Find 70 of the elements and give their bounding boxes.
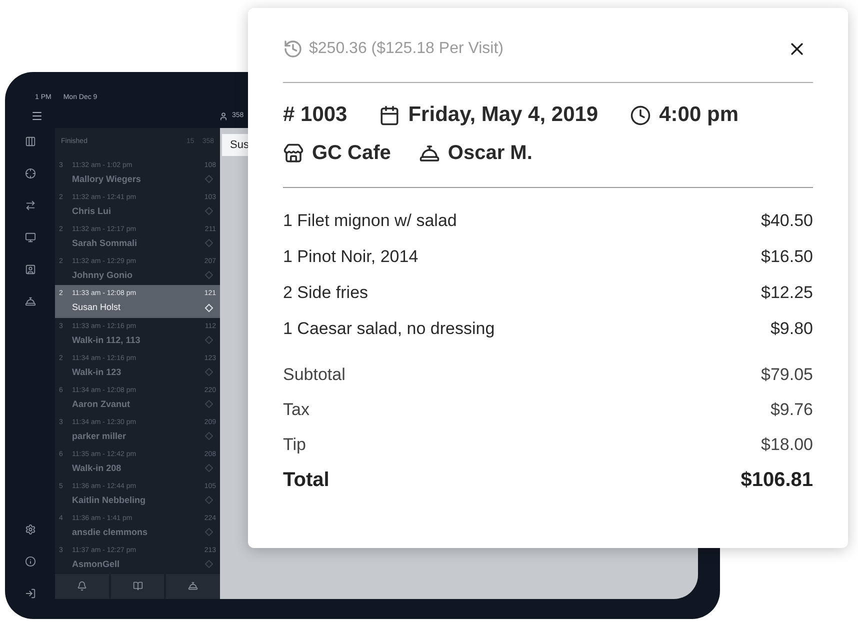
guest-name: Susan Holst: [72, 301, 121, 314]
status-icon: [204, 304, 214, 312]
status-icon: [204, 560, 214, 569]
guest-name: AsmonGell: [72, 558, 120, 571]
total-value: $106.81: [740, 468, 813, 493]
item-name: 2 Side fries: [283, 282, 368, 304]
total-label: Tax: [283, 399, 310, 422]
guest-name: Walk-in 123: [72, 366, 122, 379]
guest-name: Sarah Sommali: [72, 236, 138, 250]
transfer-icon[interactable]: [24, 200, 36, 211]
info-icon[interactable]: [24, 556, 36, 567]
status-icon: [204, 336, 214, 345]
item-name: 1 Filet mignon w/ salad: [283, 210, 457, 232]
total-value: $79.05: [761, 364, 813, 386]
calendar-icon: [379, 104, 400, 126]
guest-name: Kaitlin Nebbeling: [72, 494, 146, 507]
guest-name: Aaron Zvanut: [72, 398, 130, 411]
settings-icon[interactable]: [24, 524, 36, 535]
guest-name: Chris Lui: [72, 204, 112, 218]
guest-name: Walk-in 208: [72, 462, 122, 475]
total-label: Tip: [283, 434, 306, 456]
total-label: Total: [283, 468, 330, 493]
book-button[interactable]: [110, 574, 164, 599]
status-icon: [204, 432, 214, 441]
visit-history: $250.36 ($125.18 Per Visit): [309, 39, 504, 59]
service-button[interactable]: [166, 574, 220, 599]
logout-icon[interactable]: [24, 588, 36, 599]
menu-button[interactable]: [31, 110, 43, 122]
check-date: Friday, May 4, 2019: [408, 102, 598, 128]
total-label: Subtotal: [283, 364, 346, 386]
bell-icon: [76, 581, 87, 592]
guest-card-icon[interactable]: [24, 264, 36, 275]
item-price: $16.50: [761, 246, 813, 268]
item-name: 1 Caesar salad, no dressing: [283, 318, 495, 340]
status-icon: [204, 239, 214, 248]
status-icon: [204, 400, 214, 409]
clock-icon: [630, 104, 652, 126]
total-value: $18.00: [761, 434, 813, 456]
guest-name: ansdie clemmons: [72, 526, 148, 539]
guest-name: Mallory Wiegers: [72, 172, 141, 186]
monitor-icon[interactable]: [24, 232, 36, 243]
status-icon: [204, 271, 214, 280]
location: GC Cafe: [312, 141, 391, 166]
status-icon: [204, 496, 214, 505]
guest-name: parker miller: [72, 430, 126, 443]
book-icon: [132, 581, 142, 592]
total-value: $9.76: [770, 399, 813, 422]
status-icon: [204, 464, 214, 473]
service-bell-icon: [418, 142, 440, 164]
item-price: $12.25: [761, 282, 813, 304]
user-icon: [219, 112, 228, 120]
store-icon: [283, 142, 304, 164]
detail-title: Sus: [230, 138, 249, 153]
history-icon: [283, 39, 303, 59]
item-name: 1 Pinot Noir, 2014: [283, 246, 418, 268]
status-icon: [204, 175, 214, 184]
guest-name: Walk-in 112, 113: [72, 334, 140, 347]
item-price: $40.50: [761, 210, 813, 232]
bell-icon[interactable]: [24, 296, 36, 307]
status-icon: [204, 368, 214, 377]
service-bell-icon: [188, 581, 198, 592]
status-icon: [204, 528, 214, 537]
target-icon[interactable]: [24, 168, 36, 179]
floor-plan-icon[interactable]: [24, 136, 36, 147]
check-time: 4:00 pm: [659, 102, 738, 128]
status-icon: [204, 207, 214, 216]
check-number: # 1003: [283, 102, 348, 128]
server-name: Oscar M.: [448, 141, 532, 166]
item-price: $9.80: [770, 318, 813, 340]
guest-name: Johnny Gonio: [72, 268, 132, 282]
